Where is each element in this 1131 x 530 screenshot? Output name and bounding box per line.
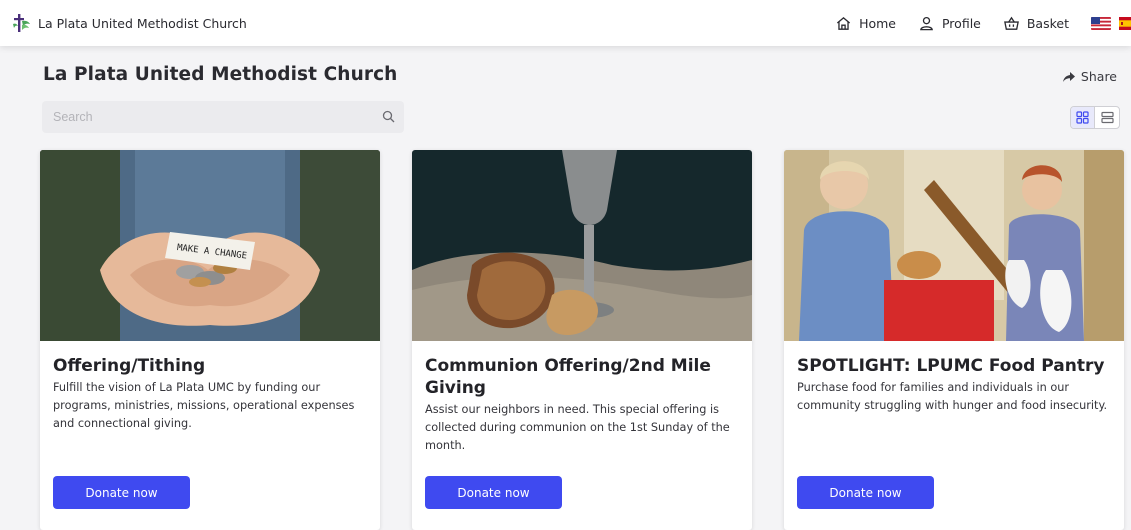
- donate-now-button[interactable]: Donate now: [425, 476, 562, 509]
- top-navbar: La Plata United Methodist Church Home Pr…: [0, 0, 1131, 46]
- cross-flame-logo-icon: [13, 14, 30, 32]
- page-title: La Plata United Methodist Church: [43, 64, 398, 85]
- spain-flag-icon[interactable]: [1119, 16, 1131, 30]
- card-communion-offering: Communion Offering/2nd Mile Giving Assis…: [412, 150, 752, 530]
- list-icon: [1100, 111, 1114, 124]
- view-toggle: [1070, 106, 1120, 129]
- nav-profile[interactable]: Profile: [918, 15, 981, 32]
- us-flag-icon[interactable]: [1091, 16, 1111, 30]
- card-body: Offering/Tithing Fulfill the vision of L…: [40, 341, 380, 433]
- donate-now-button[interactable]: Donate now: [797, 476, 934, 509]
- list-view-button[interactable]: [1095, 107, 1119, 128]
- nav-home[interactable]: Home: [835, 15, 896, 32]
- card-title: SPOTLIGHT: LPUMC Food Pantry: [797, 356, 1105, 376]
- nav-basket-label: Basket: [1026, 15, 1069, 31]
- search-input[interactable]: [42, 110, 362, 124]
- card-title: Communion Offering/2nd Mile Giving: [425, 356, 711, 398]
- nav-basket[interactable]: Basket: [1003, 15, 1069, 32]
- card-body: SPOTLIGHT: LPUMC Food Pantry Purchase fo…: [784, 341, 1124, 415]
- share-label: Share: [1080, 69, 1117, 84]
- card-offering-tithing: MAKE A CHANGE Offering/Tithing Fulfill t…: [40, 150, 380, 530]
- basket-icon: [1003, 16, 1019, 30]
- donate-now-button[interactable]: Donate now: [53, 476, 190, 509]
- search-box: [42, 101, 404, 133]
- grid-icon: [1076, 111, 1089, 124]
- user-icon: [920, 16, 933, 30]
- card-body: Communion Offering/2nd Mile Giving Assis…: [412, 341, 752, 455]
- search-icon[interactable]: [382, 110, 395, 123]
- brand[interactable]: La Plata United Methodist Church: [10, 12, 247, 34]
- card-food-pantry: SPOTLIGHT: LPUMC Food Pantry Purchase fo…: [784, 150, 1124, 530]
- share-arrow-icon: [1062, 71, 1075, 82]
- home-icon: [836, 16, 851, 30]
- card-image-hands-coins: MAKE A CHANGE: [40, 150, 380, 341]
- nav-home-label: Home: [859, 15, 896, 31]
- card-title: Offering/Tithing: [53, 356, 206, 376]
- nav-menu: Home Profile Basket: [813, 15, 1131, 32]
- brand-name: La Plata United Methodist Church: [38, 15, 247, 31]
- grid-view-button[interactable]: [1071, 107, 1095, 128]
- card-description: Fulfill the vision of La Plata UMC by fu…: [53, 381, 355, 430]
- card-description: Assist our neighbors in need. This speci…: [425, 403, 730, 452]
- card-image-food-pantry-volunteers: [784, 150, 1124, 341]
- card-image-chalice-bread: [412, 150, 752, 341]
- card-description: Purchase food for families and individua…: [797, 381, 1108, 412]
- nav-profile-label: Profile: [941, 15, 981, 31]
- share-button[interactable]: Share: [1062, 69, 1117, 84]
